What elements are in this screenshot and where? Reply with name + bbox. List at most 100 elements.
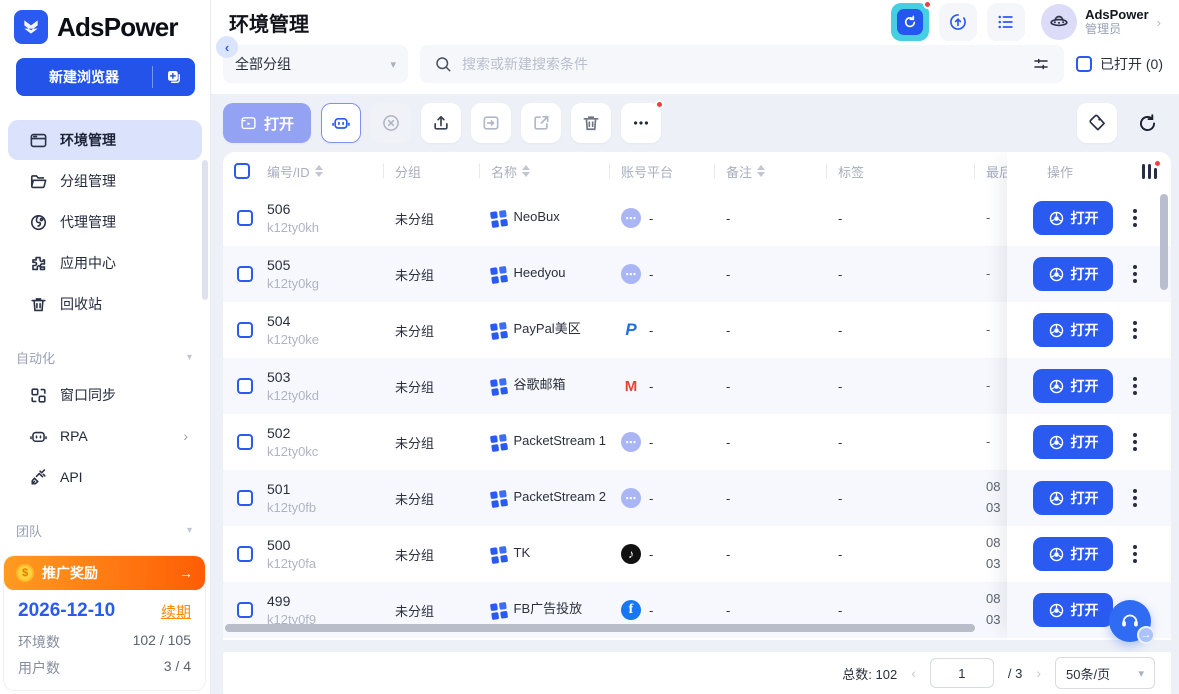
- more-actions-button[interactable]: [621, 103, 661, 143]
- export-upload-button[interactable]: [421, 103, 461, 143]
- row-checkbox[interactable]: [223, 434, 267, 450]
- page-number-input[interactable]: [930, 658, 994, 688]
- horizontal-scrollbar[interactable]: [225, 624, 975, 632]
- search-icon: [434, 55, 452, 73]
- row-more-menu-icon[interactable]: [1129, 485, 1141, 511]
- opened-filter-checkbox[interactable]: 已打开 (0): [1076, 54, 1163, 74]
- sidebar-collapse-button[interactable]: ‹: [216, 36, 238, 58]
- sidebar-item-globe[interactable]: 代理管理: [8, 202, 202, 242]
- row-more-menu-icon[interactable]: [1129, 541, 1141, 567]
- tag-cell: -: [838, 435, 986, 450]
- sidebar-item-plug[interactable]: API: [8, 457, 202, 497]
- sidebar-item-puzzle[interactable]: 应用中心: [8, 243, 202, 283]
- group-filter-select[interactable]: 全部分组 ▾: [223, 45, 408, 83]
- avatar: [1041, 4, 1077, 40]
- open-env-button[interactable]: 打开: [1033, 425, 1113, 459]
- select-all-checkbox[interactable]: [223, 163, 267, 179]
- remark-cell: -: [726, 323, 838, 338]
- row-checkbox[interactable]: [223, 490, 267, 506]
- column-header[interactable]: 账号平台: [621, 162, 726, 181]
- open-env-button[interactable]: 打开: [1033, 593, 1113, 627]
- remark-cell: -: [726, 211, 838, 226]
- search-input[interactable]: [462, 56, 1022, 72]
- row-checkbox[interactable]: [223, 266, 267, 282]
- row-more-menu-icon[interactable]: [1129, 261, 1141, 287]
- user-account-chip[interactable]: AdsPower 管理员 ›: [1035, 1, 1167, 43]
- bulk-open-button[interactable]: 打开: [223, 103, 311, 143]
- search-box[interactable]: [420, 45, 1064, 83]
- row-more-menu-icon[interactable]: [1129, 317, 1141, 343]
- row-checkbox[interactable]: [223, 378, 267, 394]
- tag-manage-button[interactable]: [1077, 103, 1117, 143]
- chevron-right-icon: ›: [183, 428, 188, 444]
- platform-cell: P-: [621, 320, 726, 340]
- open-env-button[interactable]: 打开: [1033, 537, 1113, 571]
- promo-card: $ 推广奖励 → 2026-12-10 续期 环境数 102 / 105 用户数…: [4, 556, 205, 690]
- page-size-select[interactable]: 50条/页 ▾: [1055, 657, 1155, 689]
- row-checkbox[interactable]: [223, 546, 267, 562]
- rpa-task-button[interactable]: [321, 103, 361, 143]
- sidebar-item-window[interactable]: 环境管理: [8, 120, 202, 160]
- sidebar-item-label: 窗口同步: [60, 385, 116, 405]
- env-id-cell: 503k12ty0kd: [267, 369, 395, 403]
- row-checkbox[interactable]: [223, 602, 267, 618]
- tag-cell: -: [838, 211, 986, 226]
- import-button[interactable]: [471, 103, 511, 143]
- share-button[interactable]: [521, 103, 561, 143]
- update-sync-icon[interactable]: [939, 3, 977, 41]
- globe-icon: [28, 212, 48, 232]
- sidebar-item-robot[interactable]: RPA›: [8, 416, 202, 456]
- sort-icon[interactable]: [522, 165, 530, 177]
- row-checkbox[interactable]: [223, 210, 267, 226]
- row-more-menu-icon[interactable]: [1129, 205, 1141, 231]
- open-env-button[interactable]: 打开: [1033, 369, 1113, 403]
- row-more-menu-icon[interactable]: [1129, 429, 1141, 455]
- extension-app-icon[interactable]: [891, 3, 929, 41]
- gmail-icon: M: [621, 376, 641, 396]
- column-settings-icon[interactable]: [1142, 163, 1158, 179]
- group-filter-value: 全部分组: [235, 54, 291, 74]
- column-header[interactable]: 分组: [395, 162, 491, 181]
- page-title: 环境管理: [229, 8, 309, 37]
- section-label[interactable]: 自动化▾: [0, 340, 210, 375]
- sidebar-item-folder[interactable]: 分组管理: [8, 161, 202, 201]
- promo-banner[interactable]: $ 推广奖励 →: [4, 556, 205, 590]
- prev-page-button[interactable]: ‹: [911, 665, 916, 681]
- env-id-cell: 499k12ty0f9: [267, 593, 395, 627]
- vertical-scrollbar[interactable]: [1160, 194, 1168, 290]
- opened-filter-label: 已打开 (0): [1100, 54, 1163, 74]
- task-list-icon[interactable]: [987, 3, 1025, 41]
- delete-button[interactable]: [571, 103, 611, 143]
- tag-cell: -: [838, 323, 986, 338]
- sidebar-item-trash[interactable]: 回收站: [8, 284, 202, 324]
- close-all-button[interactable]: [371, 103, 411, 143]
- env-count-row: 环境数 102 / 105: [18, 632, 191, 652]
- support-chat-button[interactable]: →: [1109, 600, 1151, 642]
- sidebar-scrollbar[interactable]: [202, 160, 208, 300]
- column-header[interactable]: 名称: [491, 162, 621, 181]
- open-env-button[interactable]: 打开: [1033, 313, 1113, 347]
- open-env-button[interactable]: 打开: [1033, 257, 1113, 291]
- next-page-button[interactable]: ›: [1036, 665, 1041, 681]
- batch-create-icon[interactable]: [153, 68, 195, 86]
- name-cell: FB广告投放: [491, 601, 621, 619]
- sort-icon[interactable]: [315, 165, 323, 177]
- user-count-value: 3 / 4: [164, 658, 191, 678]
- column-header[interactable]: 备注: [726, 162, 838, 181]
- refresh-button[interactable]: [1127, 103, 1167, 143]
- advanced-filter-icon[interactable]: [1032, 55, 1050, 73]
- row-more-menu-icon[interactable]: [1129, 373, 1141, 399]
- column-header[interactable]: 编号/ID: [267, 162, 395, 181]
- bulk-open-label: 打开: [264, 113, 294, 134]
- column-header[interactable]: 标签: [838, 162, 986, 181]
- sidebar-item-syncwin[interactable]: 窗口同步: [8, 375, 202, 415]
- new-browser-button[interactable]: 新建浏览器: [16, 58, 195, 96]
- open-env-button[interactable]: 打开: [1033, 201, 1113, 235]
- renew-link[interactable]: 续期: [161, 601, 191, 622]
- section-label[interactable]: 团队▾: [0, 513, 210, 548]
- row-checkbox[interactable]: [223, 322, 267, 338]
- checkbox-icon[interactable]: [1076, 56, 1092, 72]
- open-env-button[interactable]: 打开: [1033, 481, 1113, 515]
- user-count-row: 用户数 3 / 4: [18, 658, 191, 678]
- sort-icon[interactable]: [757, 165, 765, 177]
